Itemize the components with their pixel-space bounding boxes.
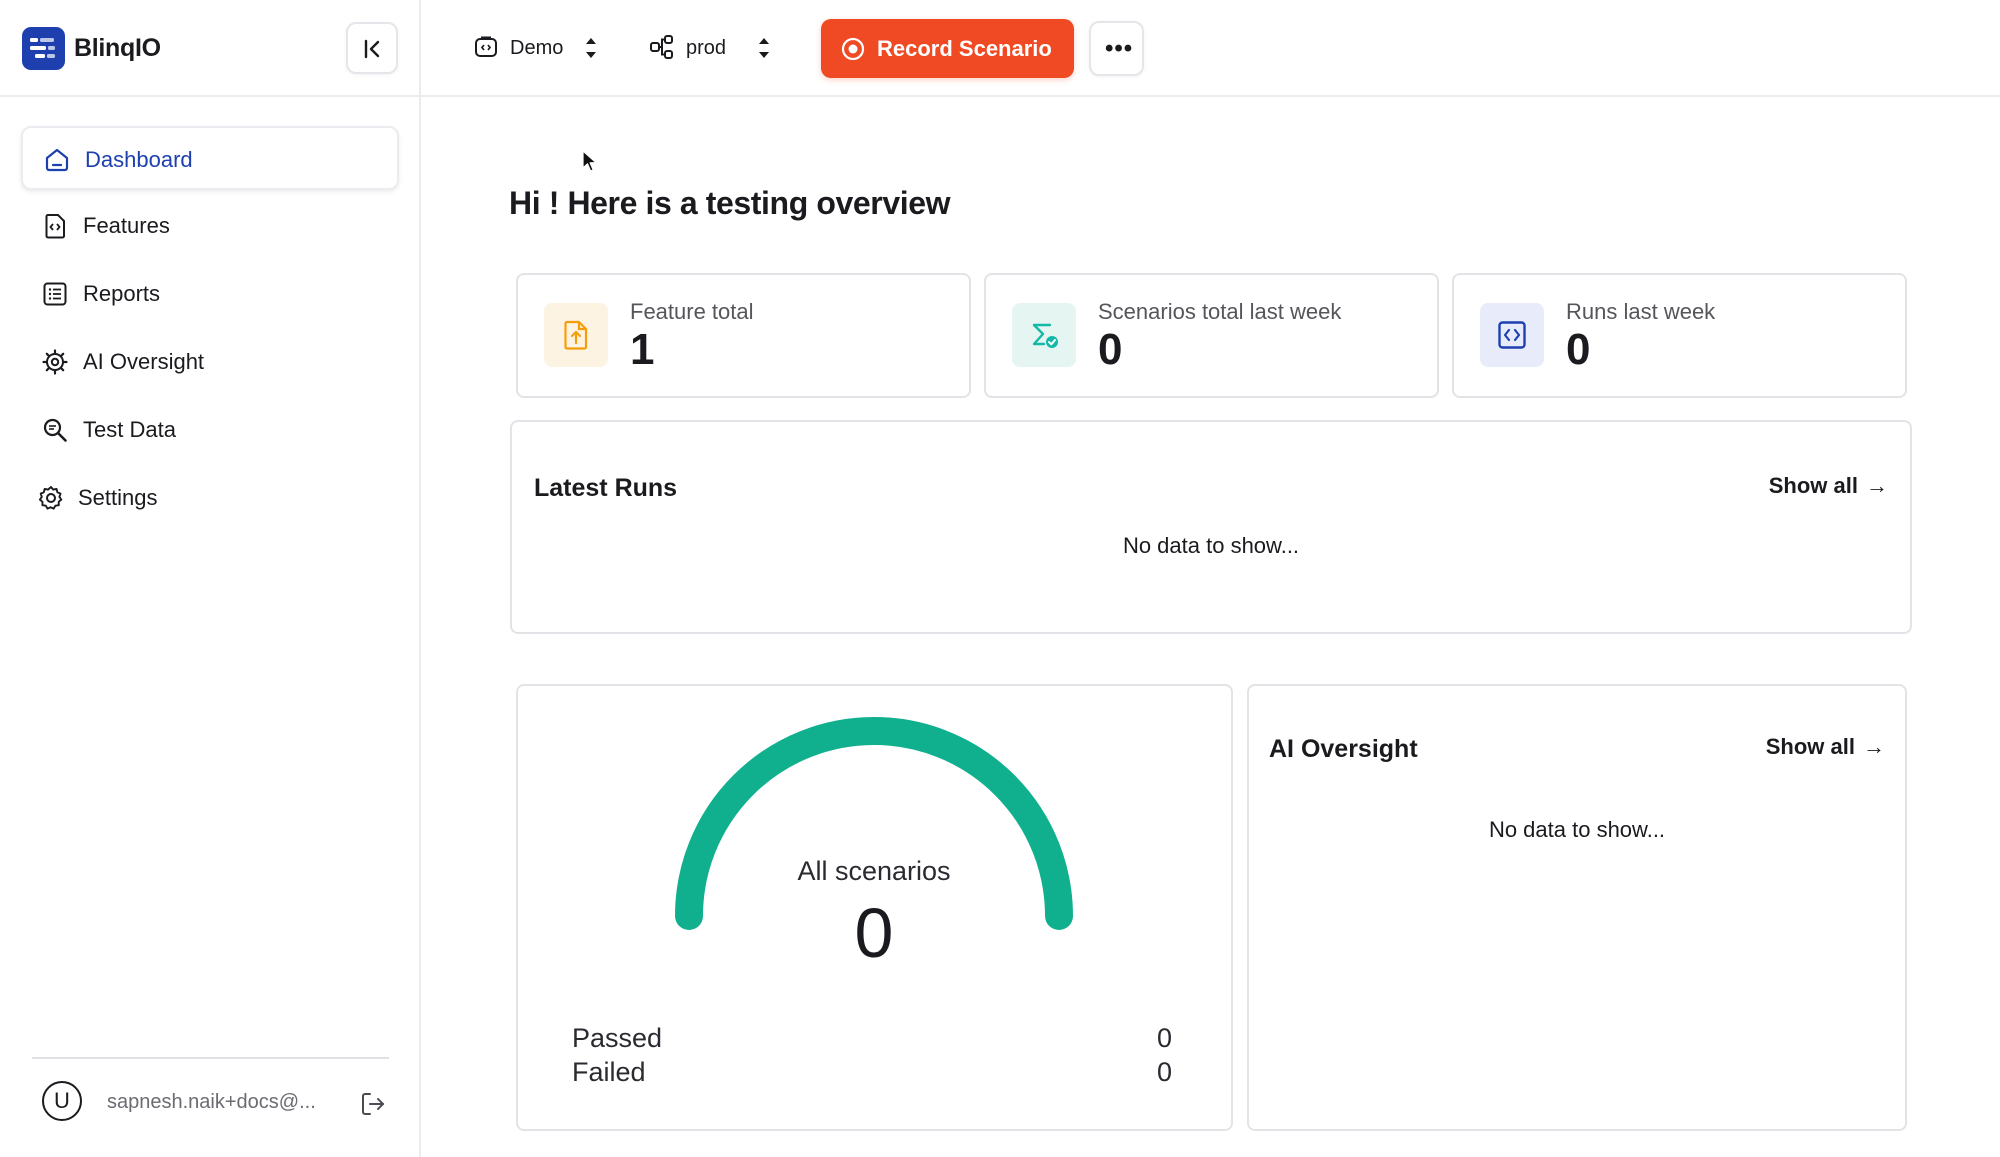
latest-runs-show-all-link[interactable]: Show all → [1769,473,1888,499]
arrow-right-icon: → [1863,734,1885,759]
arrow-right-icon: → [1866,473,1888,498]
legend-label: Failed [572,1057,646,1087]
list-icon [43,282,67,306]
gauge-total-value: 0 [854,894,894,972]
stat-icon-box [544,303,608,367]
sidebar-item-dashboard[interactable]: Dashboard [21,126,399,190]
stat-label: Runs last week [1566,299,1716,324]
stat-value: 1 [630,325,655,374]
latest-runs-title: Latest Runs [534,474,678,502]
code-box-icon [1498,321,1526,349]
gauge-label: All scenarios [797,856,951,886]
stat-label: Scenarios total last week [1098,299,1342,324]
latest-runs-empty-state: No data to show... [1122,533,1300,558]
ai-oversight-show-all-link[interactable]: Show all → [1766,734,1885,760]
show-all-label: Show all [1765,734,1855,759]
stat-icon-box [1480,303,1544,367]
search-data-icon [43,418,67,442]
scenarios-gauge-panel: All scenarios 0 Passed 0 Failed 0 [516,684,1233,1131]
file-upload-icon [564,320,588,350]
sidebar-item-label: Dashboard [85,147,193,172]
sidebar-item-features[interactable]: Features [21,194,399,258]
app-window: BlinqIO Dashboard Features Reports AI Ov… [0,0,2000,1157]
mouse-cursor-icon [582,150,597,172]
sidebar-item-ai-oversight[interactable]: AI Oversight [21,330,399,394]
app-name: BlinqIO [74,34,161,62]
collapse-icon [364,39,380,59]
more-dots-icon: ••• [1105,35,1134,62]
project-selector[interactable]: Demo [473,32,599,66]
cog-chip-icon [42,349,68,375]
record-scenario-button[interactable]: Record Scenario [821,19,1074,78]
record-scenario-label: Record Scenario [877,36,1052,61]
sidebar-item-label: Features [83,213,170,238]
scenario-check-icon [1032,323,1058,348]
sidebar-footer: U sapnesh.naik+docs@... [32,1057,389,1149]
record-icon [841,37,865,61]
more-options-button[interactable]: ••• [1089,21,1144,76]
sidebar-header: BlinqIO [0,0,419,97]
legend-label: Passed [572,1023,663,1053]
stat-card-scenarios-total: Scenarios total last week 0 [984,273,1439,398]
latest-runs-panel: Latest Runs Show all → No data to show... [510,420,1912,634]
collapse-sidebar-button[interactable] [346,22,398,74]
ai-oversight-empty-state: No data to show... [1488,817,1666,842]
legend-row-failed: Failed 0 [572,1057,1172,1088]
stat-value: 0 [1098,325,1123,374]
top-bar: Demo prod Record Scenario ••• [421,0,2000,97]
file-code-icon [45,214,65,239]
page-title: Hi ! Here is a testing overview [509,185,951,221]
sidebar-item-reports[interactable]: Reports [21,262,399,326]
sidebar-item-label: Settings [78,485,158,510]
stat-label: Feature total [630,299,754,324]
sidebar-nav: Dashboard Features Reports AI Oversight … [21,126,399,534]
ai-oversight-panel: AI Oversight Show all → No data to show..… [1247,684,1907,1131]
stat-card-runs-last-week: Runs last week 0 [1452,273,1907,398]
sidebar-item-label: Test Data [83,417,176,442]
stat-value: 0 [1566,325,1591,374]
legend-value: 0 [1156,1057,1172,1087]
environment-icon [650,35,673,59]
stat-card-feature-total: Feature total 1 [516,273,971,398]
legend-value: 0 [1156,1023,1172,1053]
sidebar: BlinqIO Dashboard Features Reports AI Ov… [0,0,421,1157]
avatar[interactable]: U [42,1081,82,1121]
sidebar-item-label: Reports [83,281,161,306]
sidebar-item-label: AI Oversight [83,349,205,374]
environment-selector[interactable]: prod [649,32,779,66]
gauge-arc [675,717,1073,930]
environment-label: prod [686,37,727,59]
legend-row-passed: Passed 0 [572,1023,1172,1054]
sort-caret-icon [586,38,596,58]
logout-icon[interactable] [358,1089,388,1119]
app-logo-icon [22,27,65,70]
sort-caret-icon [759,38,769,58]
show-all-label: Show all [1768,473,1858,498]
ai-oversight-title: AI Oversight [1269,735,1418,763]
home-icon [45,148,69,172]
gear-icon [38,486,63,510]
project-icon [475,36,497,57]
sidebar-item-settings[interactable]: Settings [21,466,399,530]
project-label: Demo [510,37,564,59]
user-email: sapnesh.naik+docs@... [107,1091,316,1113]
sidebar-item-test-data[interactable]: Test Data [21,398,399,462]
stat-icon-box [1012,303,1076,367]
